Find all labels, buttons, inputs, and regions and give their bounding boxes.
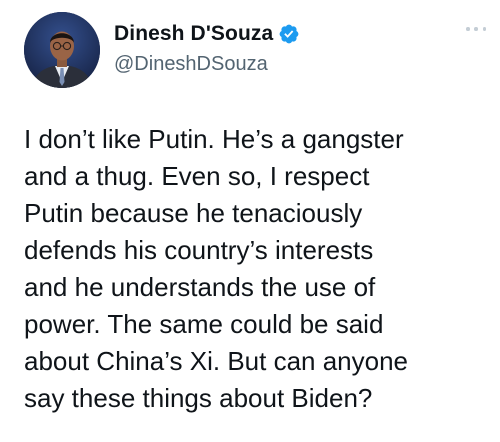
tweet-text-line: I don’t like Putin. He’s a gangster bbox=[24, 124, 404, 154]
tweet-text-line: Putin because he tenaciously bbox=[24, 198, 363, 228]
tweet-text-line: about China’s Xi. But can anyone bbox=[24, 346, 409, 376]
author-display-name[interactable]: Dinesh D'Souza bbox=[114, 22, 273, 46]
author-avatar[interactable] bbox=[24, 12, 100, 88]
author-name-row: Dinesh D'Souza bbox=[114, 22, 300, 46]
more-options-icon[interactable] bbox=[466, 24, 486, 34]
tweet-text-line: and he understands the use of bbox=[24, 272, 376, 302]
author-handle[interactable]: @DineshDSouza bbox=[114, 53, 268, 76]
tweet-text-line: defends his country’s interests bbox=[24, 235, 374, 265]
avatar-image bbox=[24, 12, 100, 88]
tweet-text-line: power. The same could be said bbox=[24, 309, 384, 339]
tweet-text: I don’t like Putin. He’s a gangster and … bbox=[24, 121, 492, 417]
verified-badge-icon bbox=[278, 23, 300, 45]
tweet-text-line: say these things about Biden? bbox=[24, 383, 373, 413]
tweet-text-line: and a thug. Even so, I respect bbox=[24, 161, 370, 191]
tweet-card: Dinesh D'Souza @DineshDSouza I don’t lik… bbox=[0, 0, 500, 442]
